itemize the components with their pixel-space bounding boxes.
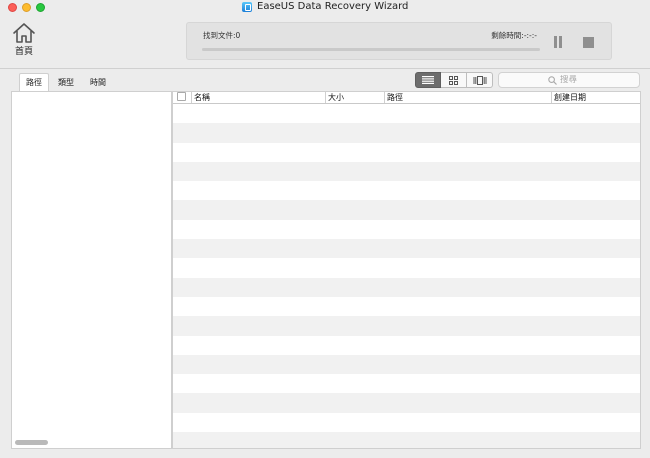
table-row bbox=[173, 412, 640, 433]
title-bar: EaseUS Data Recovery Wizard bbox=[0, 0, 650, 14]
table-row bbox=[173, 316, 640, 336]
close-window-button[interactable] bbox=[8, 3, 17, 12]
table-row bbox=[173, 258, 640, 278]
table-row bbox=[173, 161, 640, 182]
table-row bbox=[173, 239, 640, 259]
tab-type[interactable]: 類型 bbox=[51, 73, 81, 91]
view-mode-selector bbox=[415, 72, 493, 88]
list-view-icon bbox=[422, 76, 434, 84]
toolbar-divider bbox=[0, 68, 650, 69]
table-row bbox=[173, 104, 640, 124]
column-header-path[interactable]: 路徑 bbox=[384, 92, 551, 103]
list-view-button[interactable] bbox=[415, 72, 441, 88]
app-icon bbox=[242, 1, 252, 12]
search-input[interactable] bbox=[560, 75, 600, 85]
tab-time[interactable]: 時間 bbox=[83, 73, 113, 91]
table-row bbox=[173, 181, 640, 201]
cover-flow-icon bbox=[473, 75, 486, 85]
table-row bbox=[173, 200, 640, 220]
table-row bbox=[173, 219, 640, 240]
search-inner bbox=[548, 73, 600, 87]
horizontal-scrollbar[interactable] bbox=[15, 440, 48, 445]
minimize-window-button[interactable] bbox=[22, 3, 31, 12]
select-all-column bbox=[173, 92, 191, 103]
select-all-checkbox[interactable] bbox=[177, 92, 186, 101]
column-header-name[interactable]: 名稱 bbox=[191, 92, 325, 103]
pause-button[interactable] bbox=[553, 36, 563, 48]
pause-icon-bar bbox=[559, 36, 562, 48]
table-header: 名稱 大小 路徑 創建日期 bbox=[173, 92, 640, 104]
table-row bbox=[173, 335, 640, 355]
home-button[interactable]: 首頁 bbox=[10, 22, 38, 62]
filter-tabs: 路徑 類型 時間 bbox=[19, 73, 113, 91]
scan-progress-panel: 找到文件:0 剩餘時間:-:-:- bbox=[186, 22, 612, 60]
table-row bbox=[173, 296, 640, 317]
home-label: 首頁 bbox=[14, 47, 33, 57]
found-files-count: 找到文件:0 bbox=[203, 31, 241, 40]
grid-view-icon bbox=[449, 75, 458, 85]
home-icon bbox=[13, 23, 35, 43]
scan-progress-bar bbox=[202, 48, 540, 51]
window-title: EaseUS Data Recovery Wizard bbox=[242, 0, 408, 13]
table-row bbox=[173, 142, 640, 162]
folder-tree-pane[interactable] bbox=[11, 91, 172, 449]
search-field[interactable] bbox=[498, 72, 640, 88]
table-row bbox=[173, 393, 640, 413]
search-icon bbox=[548, 75, 557, 85]
window-title-text: EaseUS Data Recovery Wizard bbox=[257, 1, 409, 12]
column-header-created-date[interactable]: 創建日期 bbox=[551, 92, 640, 103]
table-row bbox=[173, 432, 640, 448]
table-row bbox=[173, 374, 640, 394]
grid-view-button[interactable] bbox=[441, 72, 467, 88]
stop-button[interactable] bbox=[583, 37, 594, 48]
cover-flow-view-button[interactable] bbox=[467, 72, 493, 88]
zoom-window-button[interactable] bbox=[36, 3, 45, 12]
table-row bbox=[173, 277, 640, 297]
table-body bbox=[173, 104, 640, 448]
table-row bbox=[173, 354, 640, 375]
pause-icon-bar bbox=[554, 36, 557, 48]
file-table: 名稱 大小 路徑 創建日期 bbox=[172, 91, 641, 449]
table-row bbox=[173, 123, 640, 143]
tab-path[interactable]: 路徑 bbox=[19, 73, 49, 91]
column-header-size[interactable]: 大小 bbox=[325, 92, 384, 103]
remaining-time: 剩餘時間:-:-:- bbox=[491, 31, 537, 40]
